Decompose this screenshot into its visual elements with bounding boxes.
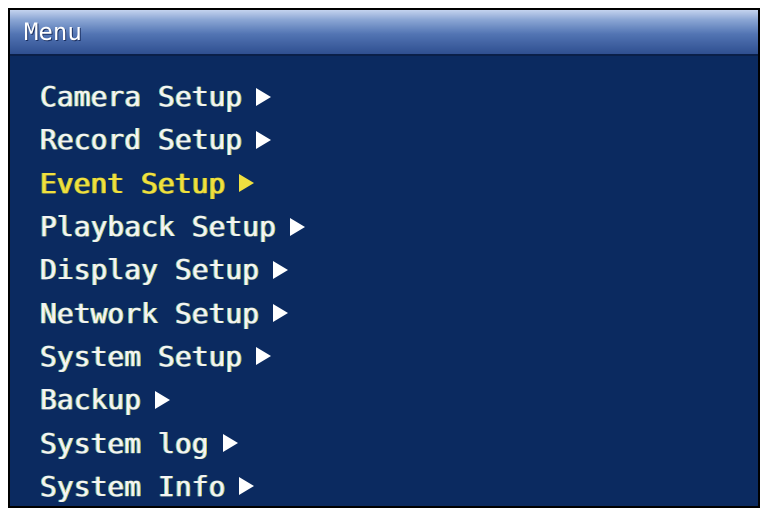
menu-item-network-setup[interactable]: Network Setup <box>40 291 758 334</box>
menu-item-label: Display Setup <box>40 253 260 287</box>
menu-item-camera-setup[interactable]: Camera Setup <box>40 75 758 118</box>
triangle-right-icon <box>239 174 255 193</box>
menu-item-backup[interactable]: Backup <box>40 378 758 421</box>
main-menu-list: Camera Setup Record Setup Event Setup Pl… <box>10 56 758 506</box>
menu-item-label: Network Setup <box>40 296 260 330</box>
menu-item-display-setup[interactable]: Display Setup <box>40 248 758 291</box>
triangle-right-icon <box>273 260 289 279</box>
menu-item-label: System Info <box>40 469 226 503</box>
menu-item-label: Camera Setup <box>40 80 243 114</box>
triangle-right-icon <box>155 390 171 409</box>
triangle-right-icon <box>290 217 306 236</box>
menu-item-label: Backup <box>40 383 142 417</box>
menu-item-event-setup[interactable]: Event Setup <box>40 162 758 205</box>
menu-item-label: System log <box>40 426 209 460</box>
menu-item-label: System Setup <box>40 339 243 373</box>
menu-item-label: Record Setup <box>40 123 243 157</box>
triangle-right-icon <box>273 304 289 323</box>
triangle-right-icon <box>239 477 255 496</box>
triangle-right-icon <box>256 87 272 106</box>
menu-title: Menu <box>24 18 82 46</box>
menu-item-system-info[interactable]: System Info <box>40 465 758 506</box>
menu-item-system-setup[interactable]: System Setup <box>40 335 758 378</box>
triangle-right-icon <box>256 347 272 366</box>
triangle-right-icon <box>256 130 272 149</box>
menu-item-playback-setup[interactable]: Playback Setup <box>40 205 758 248</box>
title-bar: Menu <box>10 10 758 56</box>
menu-item-record-setup[interactable]: Record Setup <box>40 118 758 161</box>
menu-item-system-log[interactable]: System log <box>40 421 758 464</box>
triangle-right-icon <box>222 434 238 453</box>
dvr-menu-window: Menu Camera Setup Record Setup Event Set… <box>8 8 760 508</box>
menu-item-label: Event Setup <box>40 166 226 200</box>
menu-item-label: Playback Setup <box>40 210 277 244</box>
